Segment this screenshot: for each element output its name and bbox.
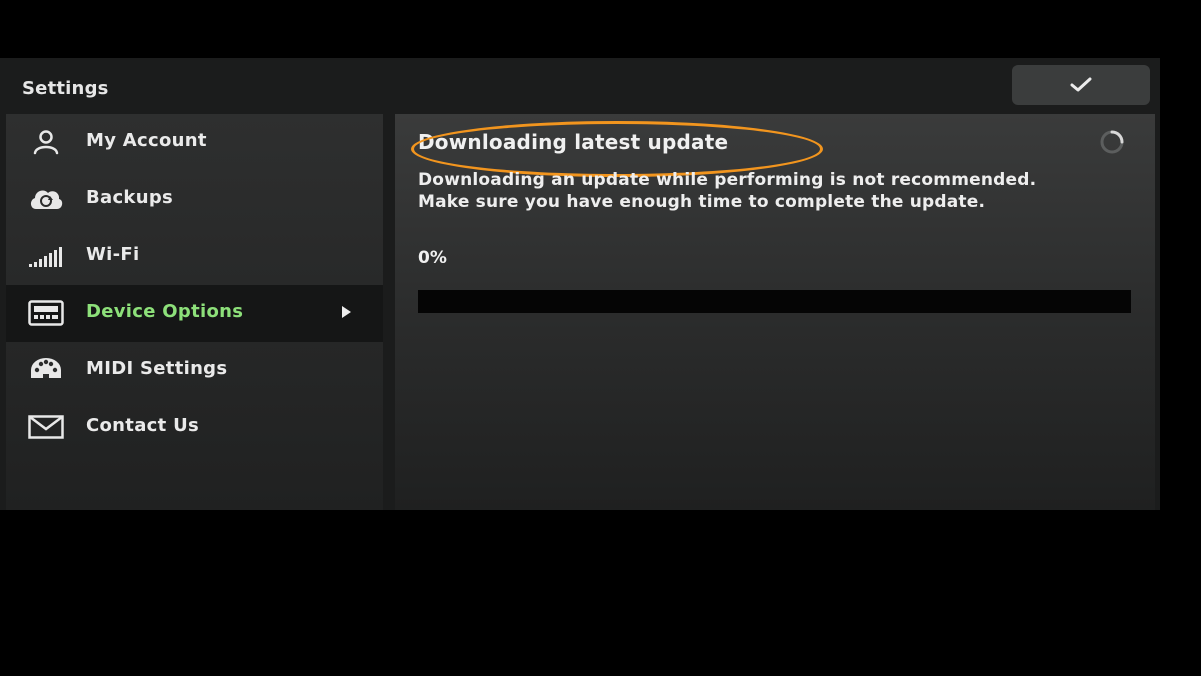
checkmark-icon	[1070, 77, 1092, 92]
sidebar-item-contact-us[interactable]: Contact Us	[6, 399, 383, 456]
progress-percentage: 0%	[418, 248, 447, 268]
update-panel: Downloading latest update Downloading an…	[395, 114, 1155, 510]
confirm-button[interactable]	[1012, 65, 1150, 105]
user-icon	[28, 128, 64, 156]
header-bar: Settings	[0, 58, 1160, 114]
envelope-icon	[28, 413, 64, 441]
update-description: Downloading an update while performing i…	[418, 170, 1037, 212]
sidebar-item-device-options[interactable]: Device Options	[6, 285, 383, 342]
loading-spinner-icon	[1097, 129, 1127, 155]
settings-sidebar: My Account Backups Wi-Fi Device Options …	[6, 114, 383, 510]
sidebar-item-my-account[interactable]: My Account	[6, 114, 383, 171]
sidebar-item-backups[interactable]: Backups	[6, 171, 383, 228]
device-icon	[28, 299, 64, 327]
update-heading: Downloading latest update	[411, 121, 823, 177]
sidebar-item-label: Contact Us	[86, 415, 200, 436]
cloud-sync-icon	[28, 185, 64, 213]
sidebar-item-midi-settings[interactable]: MIDI Settings	[6, 342, 383, 399]
sidebar-item-label: Device Options	[86, 301, 244, 322]
sidebar-item-label: My Account	[86, 130, 207, 151]
chevron-right-icon	[342, 306, 351, 318]
sidebar-item-wifi[interactable]: Wi-Fi	[6, 228, 383, 285]
page-title: Settings	[22, 78, 109, 99]
midi-connector-icon	[28, 356, 64, 384]
progress-bar	[418, 290, 1131, 313]
sidebar-item-label: MIDI Settings	[86, 358, 228, 379]
settings-screen: Settings My Account Backups Wi-Fi Device…	[0, 58, 1160, 510]
sidebar-item-label: Backups	[86, 187, 174, 208]
signal-bars-icon	[28, 242, 64, 270]
sidebar-item-label: Wi-Fi	[86, 244, 140, 265]
